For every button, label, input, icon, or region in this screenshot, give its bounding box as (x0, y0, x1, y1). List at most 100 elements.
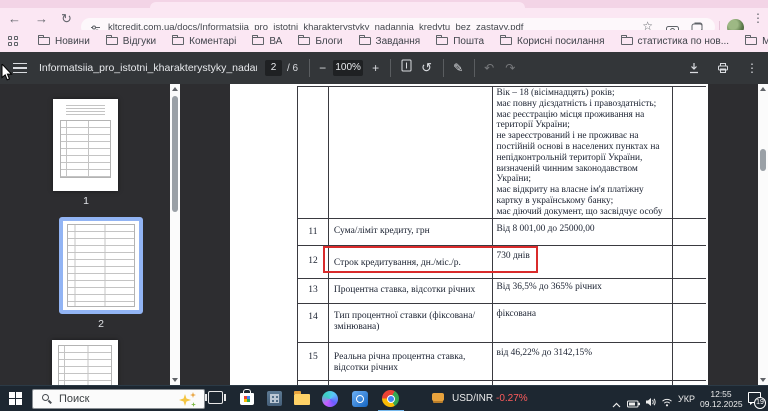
bookmark-folder[interactable]: Коментарі (172, 36, 236, 47)
table-row: Вік – 18 (вісімнадцять) років; має повну… (298, 87, 706, 219)
thumbnail-2-label: 2 (91, 318, 111, 330)
pdf-filename: Informatsiia_pro_istotni_kharakterystyky… (39, 62, 257, 74)
print-icon[interactable] (717, 62, 729, 74)
page-scrollbar[interactable] (758, 84, 768, 385)
file-explorer-icon[interactable] (294, 394, 310, 405)
pdf-viewer: 1 2 Вік – 18 (вісімнадцять) років; має п… (0, 84, 768, 385)
bookmark-folder[interactable]: Відгуки (106, 36, 156, 47)
table-row-15: 15 Реальна річна процентна ставка, відсо… (298, 343, 706, 381)
requirement-line: картку в українському банку; (497, 196, 671, 207)
currency-pair[interactable]: USD/INR (452, 393, 493, 404)
bookmark-folder[interactable]: Новини (38, 36, 90, 47)
search-placeholder: Поиск (59, 393, 89, 405)
table-row-13: 13 Процентна ставка, відсотки річних Від… (298, 279, 706, 304)
pdf-more-menu-icon[interactable]: ⋮ (746, 61, 758, 75)
pdf-toolbar-divider (443, 59, 444, 77)
browser-menu-icon[interactable]: ⋮ (752, 11, 764, 25)
forward-icon[interactable]: → (35, 8, 48, 30)
bookmark-folder[interactable]: МФО (745, 36, 768, 47)
calculator-icon[interactable] (267, 391, 282, 406)
copilot-sparkle-icon (191, 402, 196, 407)
sidebar-scrollbar-thumb[interactable] (172, 96, 178, 212)
bookmark-folder[interactable]: ВА (252, 36, 282, 47)
search-icon (42, 394, 49, 401)
requirement-line: не зареєстрований і не проживає на (497, 131, 671, 142)
folder-icon (621, 37, 633, 45)
row-label: Сума/ліміт кредиту, грн (329, 219, 493, 245)
row-number: 15 (298, 343, 329, 380)
scroll-down-icon[interactable] (172, 378, 178, 382)
page-scrollbar-thumb[interactable] (760, 149, 766, 171)
folder-icon (106, 37, 118, 45)
row-number: 13 (298, 279, 329, 303)
row-number: 11 (298, 219, 329, 245)
currency-widget-icon[interactable] (432, 393, 444, 401)
row-label: Тип процентної ставки (фіксована/змінюва… (329, 304, 493, 342)
bookmarks-bar: Новини Відгуки Коментарі ВА Блоги Завдан… (0, 30, 768, 52)
thumbnail-page-2-selected[interactable] (59, 217, 143, 314)
requirement-line: постійній основі в населених пунктах на (497, 142, 671, 153)
download-icon[interactable] (688, 62, 700, 74)
taskbar-search-box[interactable]: Поиск (32, 389, 205, 409)
page-number-input[interactable]: 2 (265, 60, 282, 76)
annotate-pen-icon[interactable]: ✎ (453, 52, 463, 84)
thumbnail-page-3[interactable] (52, 340, 118, 385)
thumbnail-1-label: 1 (76, 195, 96, 207)
row-value: Від 36,5% до 365% річних (493, 279, 674, 303)
folder-icon (500, 37, 512, 45)
fit-page-icon[interactable] (401, 52, 412, 84)
page-total: / 6 (287, 63, 298, 74)
scroll-down-icon[interactable] (760, 378, 766, 382)
requirement-line: України; (497, 174, 671, 185)
document-table: Вік – 18 (вісімнадцять) років; має повну… (297, 86, 706, 385)
copilot-icon[interactable] (322, 391, 338, 407)
thumbnail-page-1[interactable] (53, 99, 118, 191)
folder-icon (359, 37, 371, 45)
bookmark-folder[interactable]: Завдання (359, 36, 421, 47)
bookmark-folder[interactable]: статистика по нов... (621, 36, 730, 47)
redo-icon: ↷ (505, 52, 515, 84)
time: 12:55 (700, 389, 742, 399)
red-highlight-annotation (323, 246, 538, 273)
folder-icon (38, 37, 50, 45)
bookmark-folder[interactable]: Пошта (436, 36, 484, 47)
requirement-line: Вік – 18 (вісімнадцять) років; (497, 88, 671, 99)
zoom-level[interactable]: 100% (333, 60, 363, 76)
date: 09.12.2025 (700, 399, 742, 409)
reload-icon[interactable]: ↻ (61, 8, 72, 30)
tray-expand-icon[interactable] (612, 395, 621, 411)
requirement-line: має відкриту на власне ім'я платіжну (497, 185, 671, 196)
zoom-in-button[interactable]: + (372, 52, 379, 84)
tab-strip (0, 0, 768, 8)
row-label: Процентна ставка, відсотки річних (329, 279, 493, 303)
back-icon[interactable]: ← (8, 8, 21, 30)
microsoft-store-icon[interactable] (240, 393, 254, 405)
speaker-icon[interactable] (645, 394, 656, 411)
undo-icon: ↶ (484, 52, 494, 84)
network-icon[interactable] (661, 394, 673, 411)
rotate-icon[interactable]: ↺ (421, 52, 432, 84)
table-row-11: 11 Сума/ліміт кредиту, грн Від 8 001,00 … (298, 219, 706, 246)
row-value: Від 8 001,00 до 25000,00 (493, 219, 674, 245)
currency-change[interactable]: -0.27% (496, 393, 528, 404)
photos-app-icon[interactable] (352, 391, 368, 407)
pdf-menu-icon[interactable] (13, 63, 27, 74)
zoom-out-button[interactable]: − (319, 52, 326, 84)
chrome-icon[interactable] (382, 390, 399, 407)
scroll-up-icon[interactable] (760, 87, 766, 91)
windows-taskbar: Поиск USD/INR -0.27% УКР 12:55 09.12.202… (0, 385, 768, 411)
apps-grid-icon[interactable] (8, 36, 18, 46)
bookmark-folder[interactable]: Блоги (298, 36, 342, 47)
scroll-up-icon[interactable] (172, 87, 178, 91)
task-view-icon[interactable] (208, 391, 223, 404)
battery-icon[interactable] (627, 395, 640, 411)
row-number: 14 (298, 304, 329, 342)
start-button[interactable] (9, 392, 22, 405)
keyboard-language[interactable]: УКР (678, 394, 695, 404)
pdf-toolbar-divider (309, 59, 310, 77)
clock[interactable]: 12:55 09.12.2025 (700, 389, 742, 409)
browser-toolbar: ← → ↻ kltcredit.com.ua/docs/Informatsiia… (0, 8, 768, 30)
bookmark-folder[interactable]: Корисні посилання (500, 36, 604, 47)
copilot-sparkle-icon (190, 392, 196, 398)
notification-badge: 19 (754, 397, 766, 409)
